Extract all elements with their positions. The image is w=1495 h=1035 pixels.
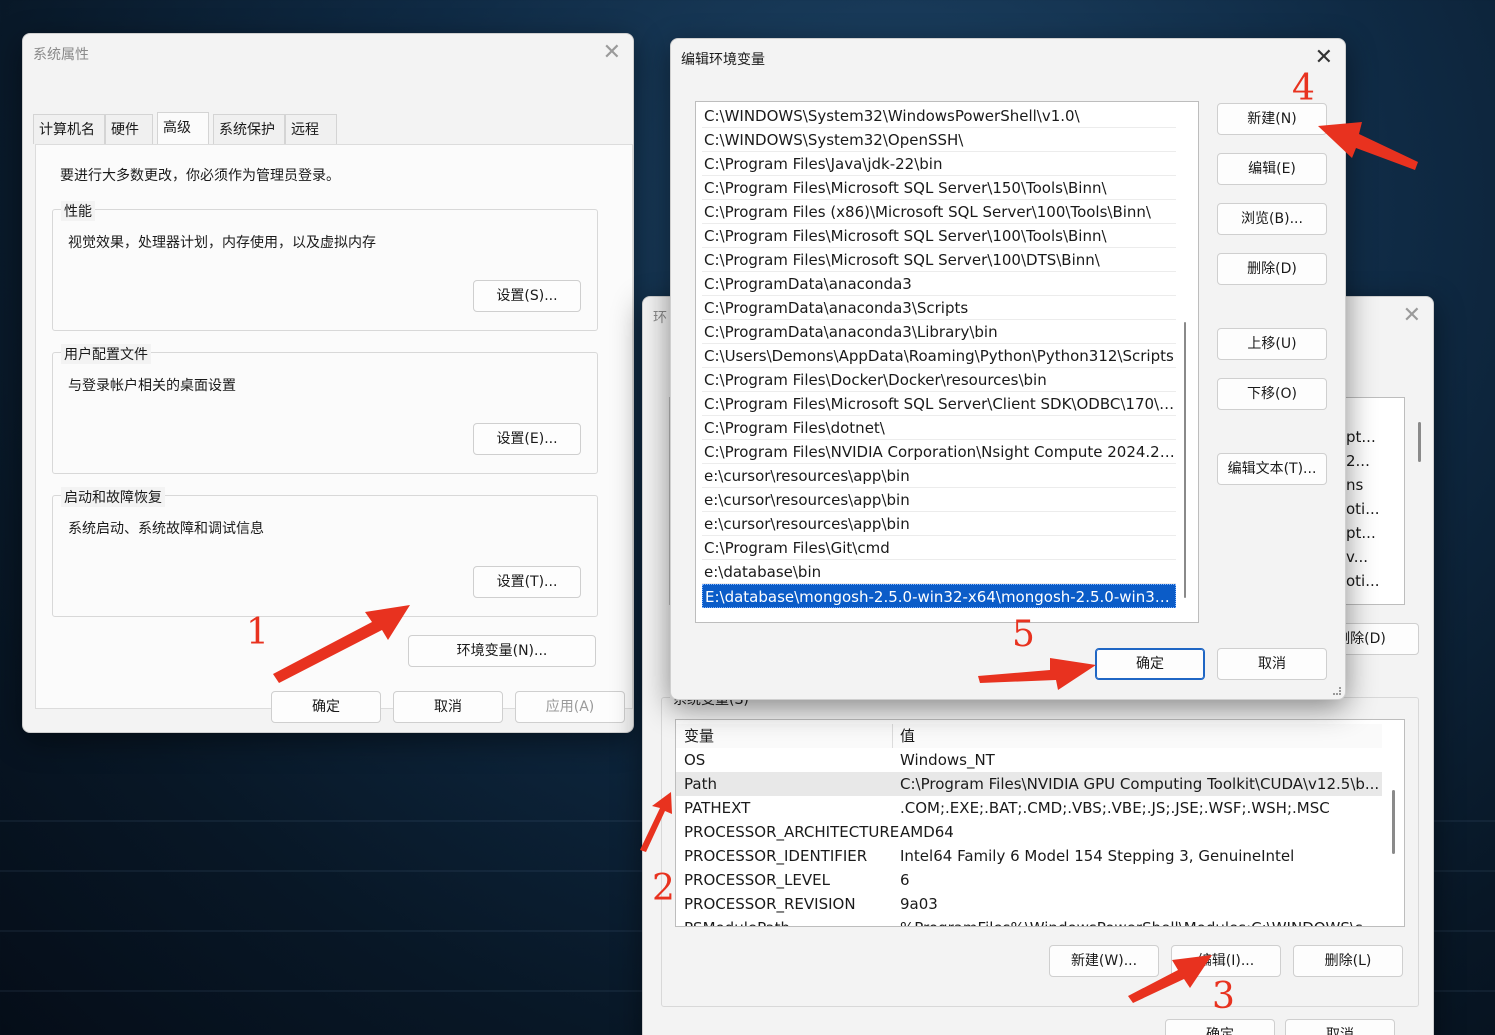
annotation-number-5: 5 [1012, 614, 1035, 655]
arrow-3 [1128, 955, 1212, 1003]
arrow-2 [640, 792, 672, 852]
annotation-number-2: 2 [652, 868, 675, 909]
arrow-4 [1318, 122, 1418, 170]
arrow-5 [978, 658, 1096, 690]
annotation-number-4: 4 [1292, 68, 1315, 109]
annotation-number-3: 3 [1212, 976, 1235, 1017]
annotation-number-1: 1 [246, 612, 269, 653]
annotation-arrows [273, 122, 1418, 1003]
arrow-1 [273, 605, 410, 683]
